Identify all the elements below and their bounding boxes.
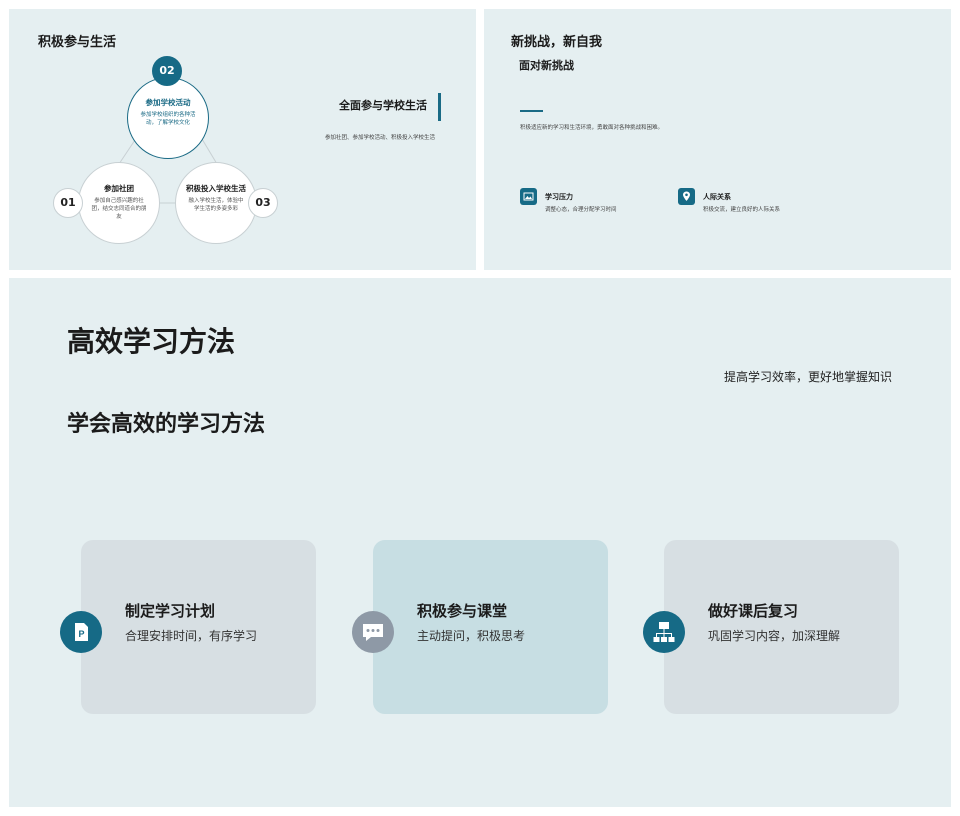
slide-subtitle: 学会高效的学习方法 bbox=[67, 412, 266, 437]
item-title: 学习压力 bbox=[545, 193, 573, 201]
location-icon bbox=[678, 188, 695, 205]
node-number: 03 bbox=[248, 188, 278, 218]
node-desc: 参加自己感兴趣的社团，结交志同道合的朋友 bbox=[91, 198, 147, 220]
slide-title: 新挑战，新自我 bbox=[511, 35, 603, 50]
node-title: 参加社团 bbox=[104, 184, 134, 193]
document-icon: P bbox=[60, 611, 102, 653]
node-school-activities: 参加学校活动 参加学校组织的各种活动，了解学校文化 bbox=[127, 77, 209, 159]
slide-thumbnail-2[interactable]: 新挑战，新自我 面对新挑战 积极适应新的学习和生活环境，勇敢面对各种挑战和困难。… bbox=[484, 9, 951, 270]
card-title: 制定学习计划 bbox=[125, 602, 216, 620]
image-icon bbox=[520, 188, 537, 205]
card-study-plan: P 制定学习计划 合理安排时间，有序学习 bbox=[60, 540, 316, 714]
card-class-participation: 积极参与课堂 主动提问，积极思考 bbox=[352, 540, 608, 714]
card-desc: 巩固学习内容，加深理解 bbox=[708, 629, 841, 643]
chat-icon bbox=[352, 611, 394, 653]
item-desc: 积极交流，建立良好的人际关系 bbox=[703, 207, 781, 213]
slide-thumbnail-1[interactable]: 积极参与生活 参加学校活动 参加学校组织的各种活动，了解学校文化 02 参加社团… bbox=[9, 9, 476, 270]
accent-bar bbox=[438, 93, 441, 121]
hierarchy-icon bbox=[643, 611, 685, 653]
svg-text:P: P bbox=[79, 629, 85, 639]
node-school-life: 积极投入学校生活 融入学校生活，体验中学生活的多姿多彩 bbox=[175, 162, 257, 244]
item-desc: 调整心态，合理分配学习时间 bbox=[545, 207, 617, 213]
accent-line bbox=[520, 110, 543, 112]
slide-subtitle: 面对新挑战 bbox=[519, 59, 574, 72]
node-title: 积极投入学校生活 bbox=[186, 184, 246, 193]
node-number: 02 bbox=[152, 56, 182, 86]
card-desc: 合理安排时间，有序学习 bbox=[125, 629, 258, 643]
item-title: 人际关系 bbox=[703, 193, 731, 201]
slide-desc: 积极适应新的学习和生活环境，勇敢面对各种挑战和困难。 bbox=[520, 125, 664, 131]
node-number: 01 bbox=[53, 188, 83, 218]
card-title: 做好课后复习 bbox=[708, 602, 799, 620]
slide-main[interactable]: 高效学习方法 提高学习效率，更好地掌握知识 学会高效的学习方法 P 制定学习计划… bbox=[9, 278, 951, 807]
slide-title: 高效学习方法 bbox=[67, 325, 236, 358]
node-desc: 融入学校生活，体验中学生活的多姿多彩 bbox=[188, 198, 244, 212]
slide-tagline: 提高学习效率，更好地掌握知识 bbox=[723, 370, 892, 384]
section-title: 全面参与学校生活 bbox=[339, 99, 427, 112]
node-desc: 参加学校组织的各种活动，了解学校文化 bbox=[140, 112, 196, 126]
node-title: 参加学校活动 bbox=[145, 98, 191, 107]
section-desc: 参加社团、参加学校活动、积极投入学校生活 bbox=[325, 135, 436, 141]
node-clubs: 参加社团 参加自己感兴趣的社团，结交志同道合的朋友 bbox=[78, 162, 160, 244]
card-review: 做好课后复习 巩固学习内容，加深理解 bbox=[643, 540, 899, 714]
card-desc: 主动提问，积极思考 bbox=[417, 629, 526, 643]
card-title: 积极参与课堂 bbox=[417, 602, 508, 620]
